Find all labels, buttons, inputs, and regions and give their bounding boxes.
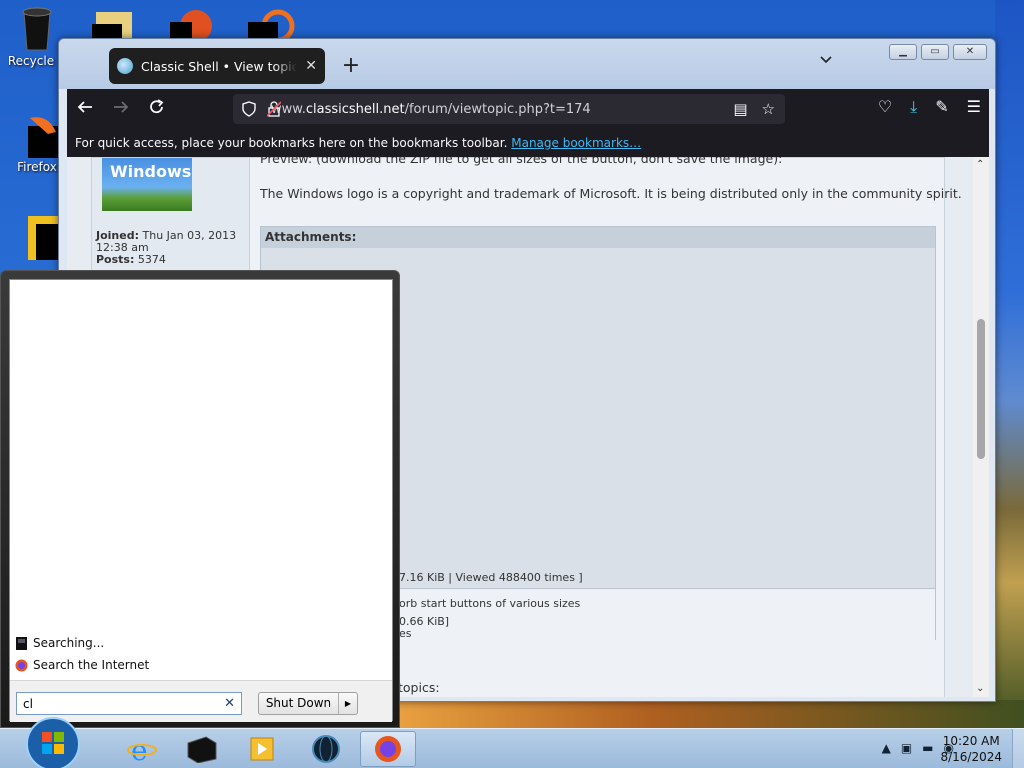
forward-button[interactable]	[103, 99, 139, 120]
start-menu-footer: cl ✕ Shut Down ▶	[10, 680, 392, 722]
url-bar[interactable]: www.classicshell.net/forum/viewtopic.php…	[233, 94, 785, 124]
attachments-header: Attachments:	[261, 227, 935, 248]
bookmarks-toolbar: For quick access, place your bookmarks h…	[67, 129, 989, 157]
searching-item: Searching...	[15, 636, 104, 650]
shield-icon	[242, 101, 256, 117]
reader-view-icon[interactable]: ▤	[733, 100, 747, 118]
scroll-down-icon[interactable]: ⌄	[976, 683, 984, 694]
manage-bookmarks-link[interactable]: Manage bookmarks…	[511, 136, 641, 150]
bookmark-star-icon[interactable]: ☆	[762, 100, 775, 118]
reload-button[interactable]	[139, 98, 175, 121]
media-player-icon	[250, 737, 274, 761]
firefox-icon	[375, 736, 401, 762]
extensions-icon[interactable]: ✎	[935, 97, 948, 117]
scrollbar-thumb[interactable]	[977, 319, 985, 459]
show-hidden-icons-icon[interactable]: ▲	[882, 741, 891, 755]
globe-icon	[312, 735, 340, 763]
taskbar: e ▲ ▣ ▬ ◉ 10:20 AM 8/16/2024	[0, 717, 1024, 768]
start-menu-panel: Searching... Search the Internet cl ✕ Sh…	[9, 279, 393, 722]
tab-title: Classic Shell • View topic - Orig	[141, 58, 298, 74]
tab-classic-shell[interactable]: Classic Shell • View topic - Orig ✕	[109, 48, 325, 84]
internet-explorer-icon: e	[127, 734, 157, 764]
clock-time: 10:20 AM	[942, 734, 1000, 748]
back-button[interactable]	[67, 99, 103, 120]
insecure-lock-icon	[267, 101, 281, 117]
start-menu: Searching... Search the Internet cl ✕ Sh…	[0, 270, 400, 728]
taskbar-explorer[interactable]	[174, 731, 230, 767]
taskbar-media-player[interactable]	[234, 731, 290, 767]
action-center-icon[interactable]: ▬	[922, 741, 933, 755]
forward-arrow-icon	[114, 100, 129, 113]
svg-text:e: e	[131, 734, 148, 764]
minimize-button[interactable]: ▁	[889, 44, 917, 60]
close-window-button[interactable]: ✕	[953, 44, 987, 60]
taskbar-ie[interactable]: e	[114, 731, 170, 767]
windows-orb-icon	[26, 717, 80, 768]
avatar: Windows	[102, 158, 192, 211]
back-arrow-icon	[77, 100, 92, 113]
search-progress-icon	[15, 636, 28, 650]
wallpaper-bottom	[400, 700, 1024, 728]
app2-icon	[248, 9, 295, 43]
taskbar-globe-app[interactable]	[298, 731, 354, 767]
shut-down-options-arrow-icon[interactable]: ▶	[339, 693, 357, 714]
nav-toolbar: www.classicshell.net/forum/viewtopic.php…	[67, 89, 989, 129]
site-favicon-icon	[117, 58, 133, 74]
wallpaper-right	[995, 0, 1024, 728]
list-all-tabs-button[interactable]	[819, 53, 833, 69]
start-search-input[interactable]: cl ✕	[16, 692, 242, 715]
reload-icon	[150, 98, 164, 113]
app-icon	[16, 214, 58, 260]
folder-icon	[187, 736, 217, 763]
start-button[interactable]	[20, 717, 86, 768]
search-query: cl	[23, 696, 33, 711]
shut-down-label[interactable]: Shut Down	[259, 693, 339, 714]
firefox-icon	[15, 659, 28, 672]
media-icon	[170, 10, 212, 42]
avatar-text: Windows	[110, 162, 192, 181]
preview-text: Preview: (download the ZIP file to get a…	[260, 157, 783, 166]
taskbar-firefox[interactable]	[360, 731, 416, 767]
download-icon[interactable]: ⤓	[910, 97, 917, 117]
author-info: Joined: Thu Jan 03, 2013 12:38 am Posts:…	[96, 229, 237, 266]
desktop-icon-media[interactable]	[170, 6, 218, 42]
copyright-text: The Windows logo is a copyright and trad…	[260, 186, 962, 201]
attachment-meta: 7.16 KiB | Viewed 488400 times ]	[399, 571, 583, 584]
title-bar: Classic Shell • View topic - Orig ✕ + ▁ …	[59, 39, 995, 89]
desktop-icon-folder[interactable]	[92, 8, 136, 41]
scroll-up-icon[interactable]: ⌃	[976, 159, 984, 170]
search-internet-item[interactable]: Search the Internet	[15, 658, 149, 672]
window-controls: ▁ ▭ ✕	[889, 44, 987, 60]
firefox-icon	[16, 112, 58, 158]
attachment-extra: es	[399, 627, 412, 640]
url-text: www.classicshell.net/forum/viewtopic.php…	[271, 101, 591, 117]
shut-down-button[interactable]: Shut Down ▶	[258, 692, 358, 715]
attachment-description: orb start buttons of various sizes	[399, 597, 581, 610]
clock-date: 8/16/2024	[940, 750, 1002, 764]
new-tab-button[interactable]: +	[339, 53, 363, 78]
clear-search-icon[interactable]: ✕	[224, 696, 235, 711]
similar-topics-label: topics:	[398, 680, 440, 695]
show-desktop-button[interactable]	[1012, 729, 1024, 768]
bookmarks-hint: For quick access, place your bookmarks h…	[75, 136, 508, 150]
network-icon[interactable]: ▣	[901, 741, 912, 755]
folder-icon	[92, 12, 132, 38]
recycle-bin-icon	[16, 6, 58, 52]
menu-icon[interactable]: ☰	[967, 97, 981, 117]
tab-close-icon[interactable]: ✕	[305, 58, 317, 74]
maximize-button[interactable]: ▭	[921, 44, 949, 60]
chevron-down-icon	[820, 56, 832, 64]
page-scrollbar[interactable]: ⌃ ⌄	[973, 157, 989, 697]
taskbar-clock[interactable]: 10:20 AM 8/16/2024	[940, 733, 1002, 765]
desktop-icon-app2[interactable]	[248, 6, 296, 43]
pocket-icon[interactable]: ♡	[878, 97, 892, 117]
